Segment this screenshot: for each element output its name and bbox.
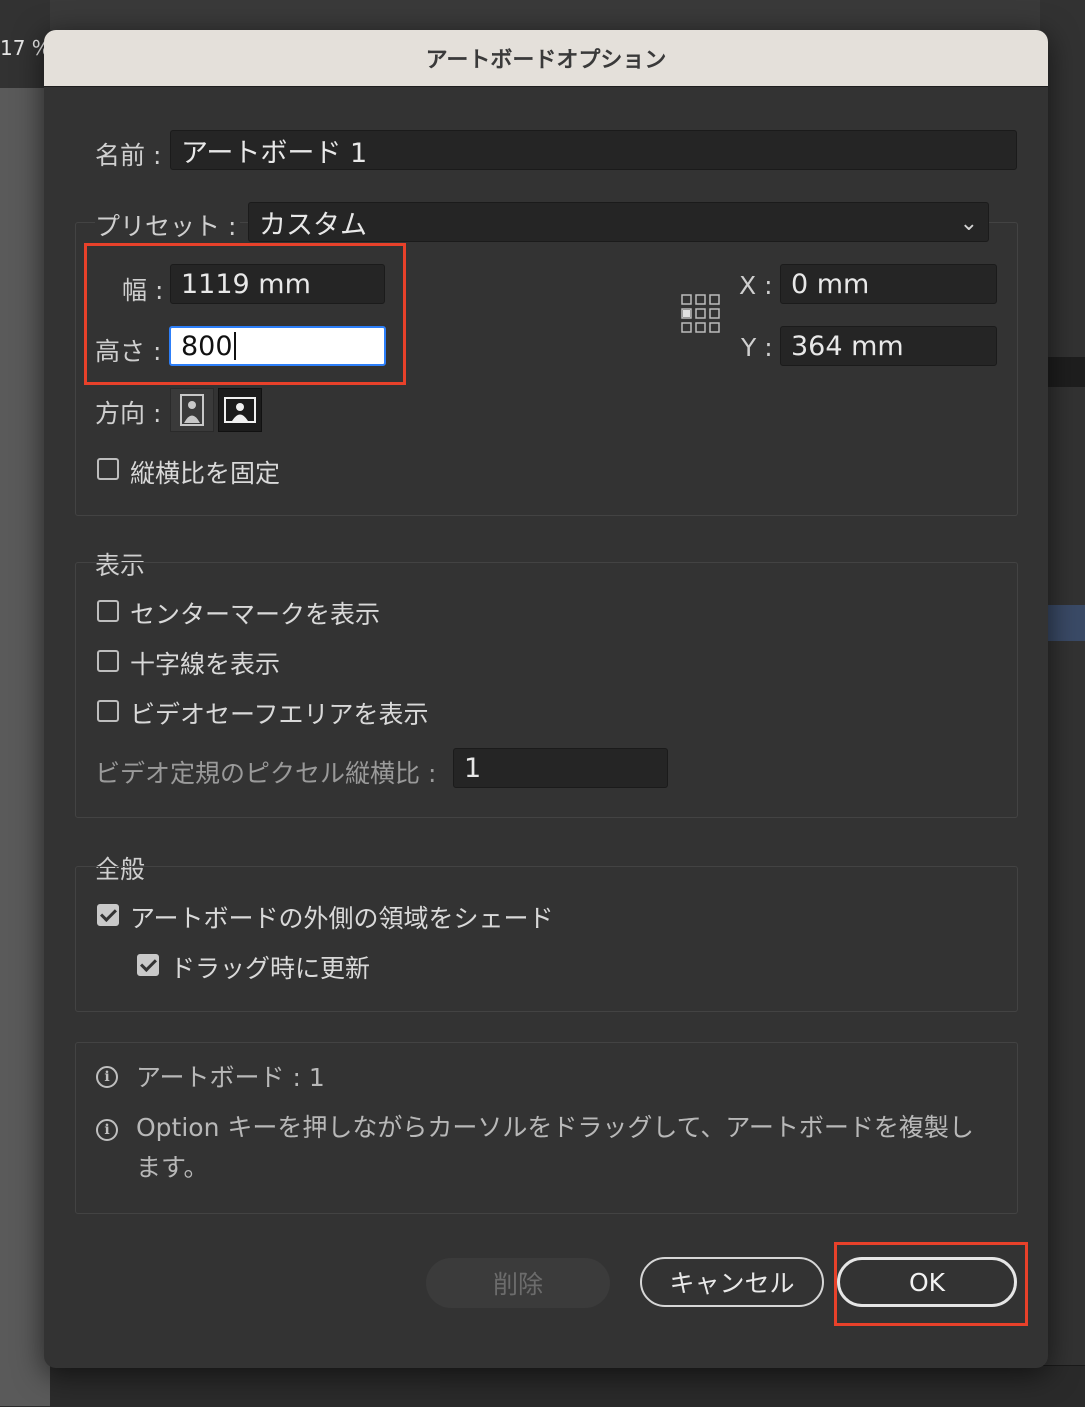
pixel-ratio-input[interactable]: 1 [453,748,668,788]
preset-value: カスタム [259,209,367,241]
y-label: Y : [741,333,773,362]
preset-label: プリセット : [95,207,241,243]
x-input[interactable]: 0 mm [780,264,997,304]
cancel-button[interactable]: キャンセル [640,1257,824,1307]
shade-outside-checkbox[interactable] [97,904,119,926]
portrait-icon [180,394,204,426]
portrait-button[interactable] [170,388,214,432]
artboard-options-dialog: アートボードオプション 名前 : アートボード 1 プリセット : カスタム ⌄… [44,30,1048,1368]
info-icon: i [96,1119,118,1141]
video-safe-label: ビデオセーフエリアを表示 [130,700,429,729]
shade-outside-label: アートボードの外側の領域をシェード [130,904,554,933]
name-label: 名前 : [95,141,162,170]
constrain-proportions-label: 縦横比を固定 [130,459,281,488]
pixel-ratio-label: ビデオ定規のピクセル縦横比 : [95,759,437,788]
landscape-icon [224,397,256,423]
update-drag-checkbox[interactable] [137,954,159,976]
preset-select[interactable]: カスタム ⌄ [248,202,989,242]
video-safe-checkbox[interactable] [97,700,119,722]
constrain-proportions-checkbox[interactable] [97,458,119,480]
name-input[interactable]: アートボード 1 [170,130,1017,170]
x-label: X : [739,271,773,300]
crosshair-label: 十字線を表示 [130,650,281,679]
y-input[interactable]: 364 mm [780,326,997,366]
panel-swatch [1048,357,1085,387]
app-background-toolbar [50,0,1085,30]
reference-point-icon[interactable] [681,294,721,334]
center-mark-checkbox[interactable] [97,600,119,622]
canvas-area [0,0,50,1406]
center-mark-label: センターマークを表示 [130,600,381,629]
dialog-title: アートボードオプション [44,30,1048,87]
info-icon: i [96,1066,118,1088]
app-bottom-bar [440,1365,1085,1407]
ok-highlight-box [834,1242,1028,1326]
delete-button[interactable]: 削除 [426,1258,610,1308]
duplicate-hint-text: Option キーを押しながらカーソルをドラッグして、アートボードを複製します。 [136,1113,974,1182]
panel-selected-row [1048,605,1085,641]
update-drag-label: ドラッグ時に更新 [170,954,371,983]
artboard-count-text: アートボード : 1 [136,1063,325,1092]
chevron-down-icon: ⌄ [959,211,978,236]
landscape-button[interactable] [218,388,262,432]
orientation-label: 方向 : [95,399,162,428]
size-highlight-box [84,243,406,385]
general-group [75,866,1018,1012]
crosshair-checkbox[interactable] [97,650,119,672]
